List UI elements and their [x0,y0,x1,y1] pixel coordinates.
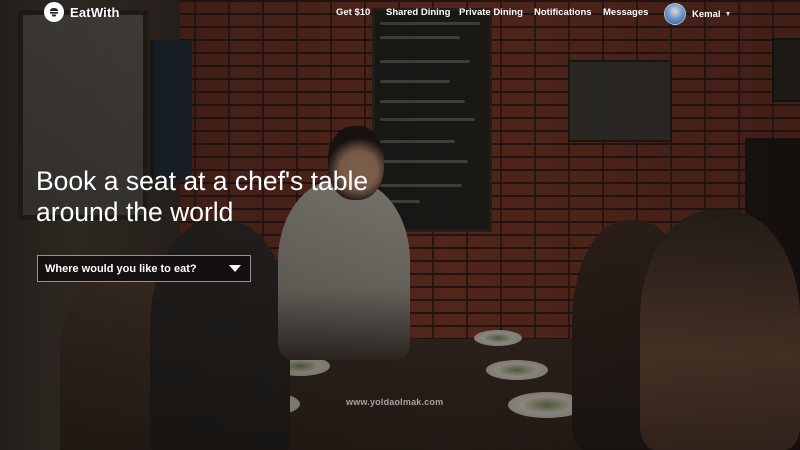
chevron-down-icon: ▼ [724,10,732,18]
nav-shared-dining-link[interactable]: Shared Dining [386,7,459,18]
user-menu[interactable]: Kemal ▼ [664,3,731,25]
nav-get-10-link[interactable]: Get $10 [336,7,386,18]
destination-select[interactable]: Where would you like to eat? [37,255,251,282]
hero-headline: Book a seat at a chef's table around the… [36,166,369,228]
user-name: Kemal [692,8,721,20]
headline-line-1: Book a seat at a chef's table [36,166,369,196]
nav-notifications-link[interactable]: Notifications [534,7,603,18]
destination-select-value: Where would you like to eat? [45,262,197,275]
nav-messages-link[interactable]: Messages [603,7,648,18]
watermark: www.yoldaolmak.com [346,397,444,407]
brand-logo[interactable]: EatWith [44,2,120,22]
brand-name: EatWith [70,4,120,20]
headline-line-2: around the world [36,197,234,227]
caret-down-icon [229,265,241,272]
nav-private-dining-link[interactable]: Private Dining [459,7,534,18]
eatwith-logo-icon [44,2,64,22]
avatar[interactable] [664,3,686,25]
nav-links: Get $10 Shared Dining Private Dining Not… [336,7,648,18]
top-navbar: EatWith Get $10 Shared Dining Private Di… [0,0,800,26]
